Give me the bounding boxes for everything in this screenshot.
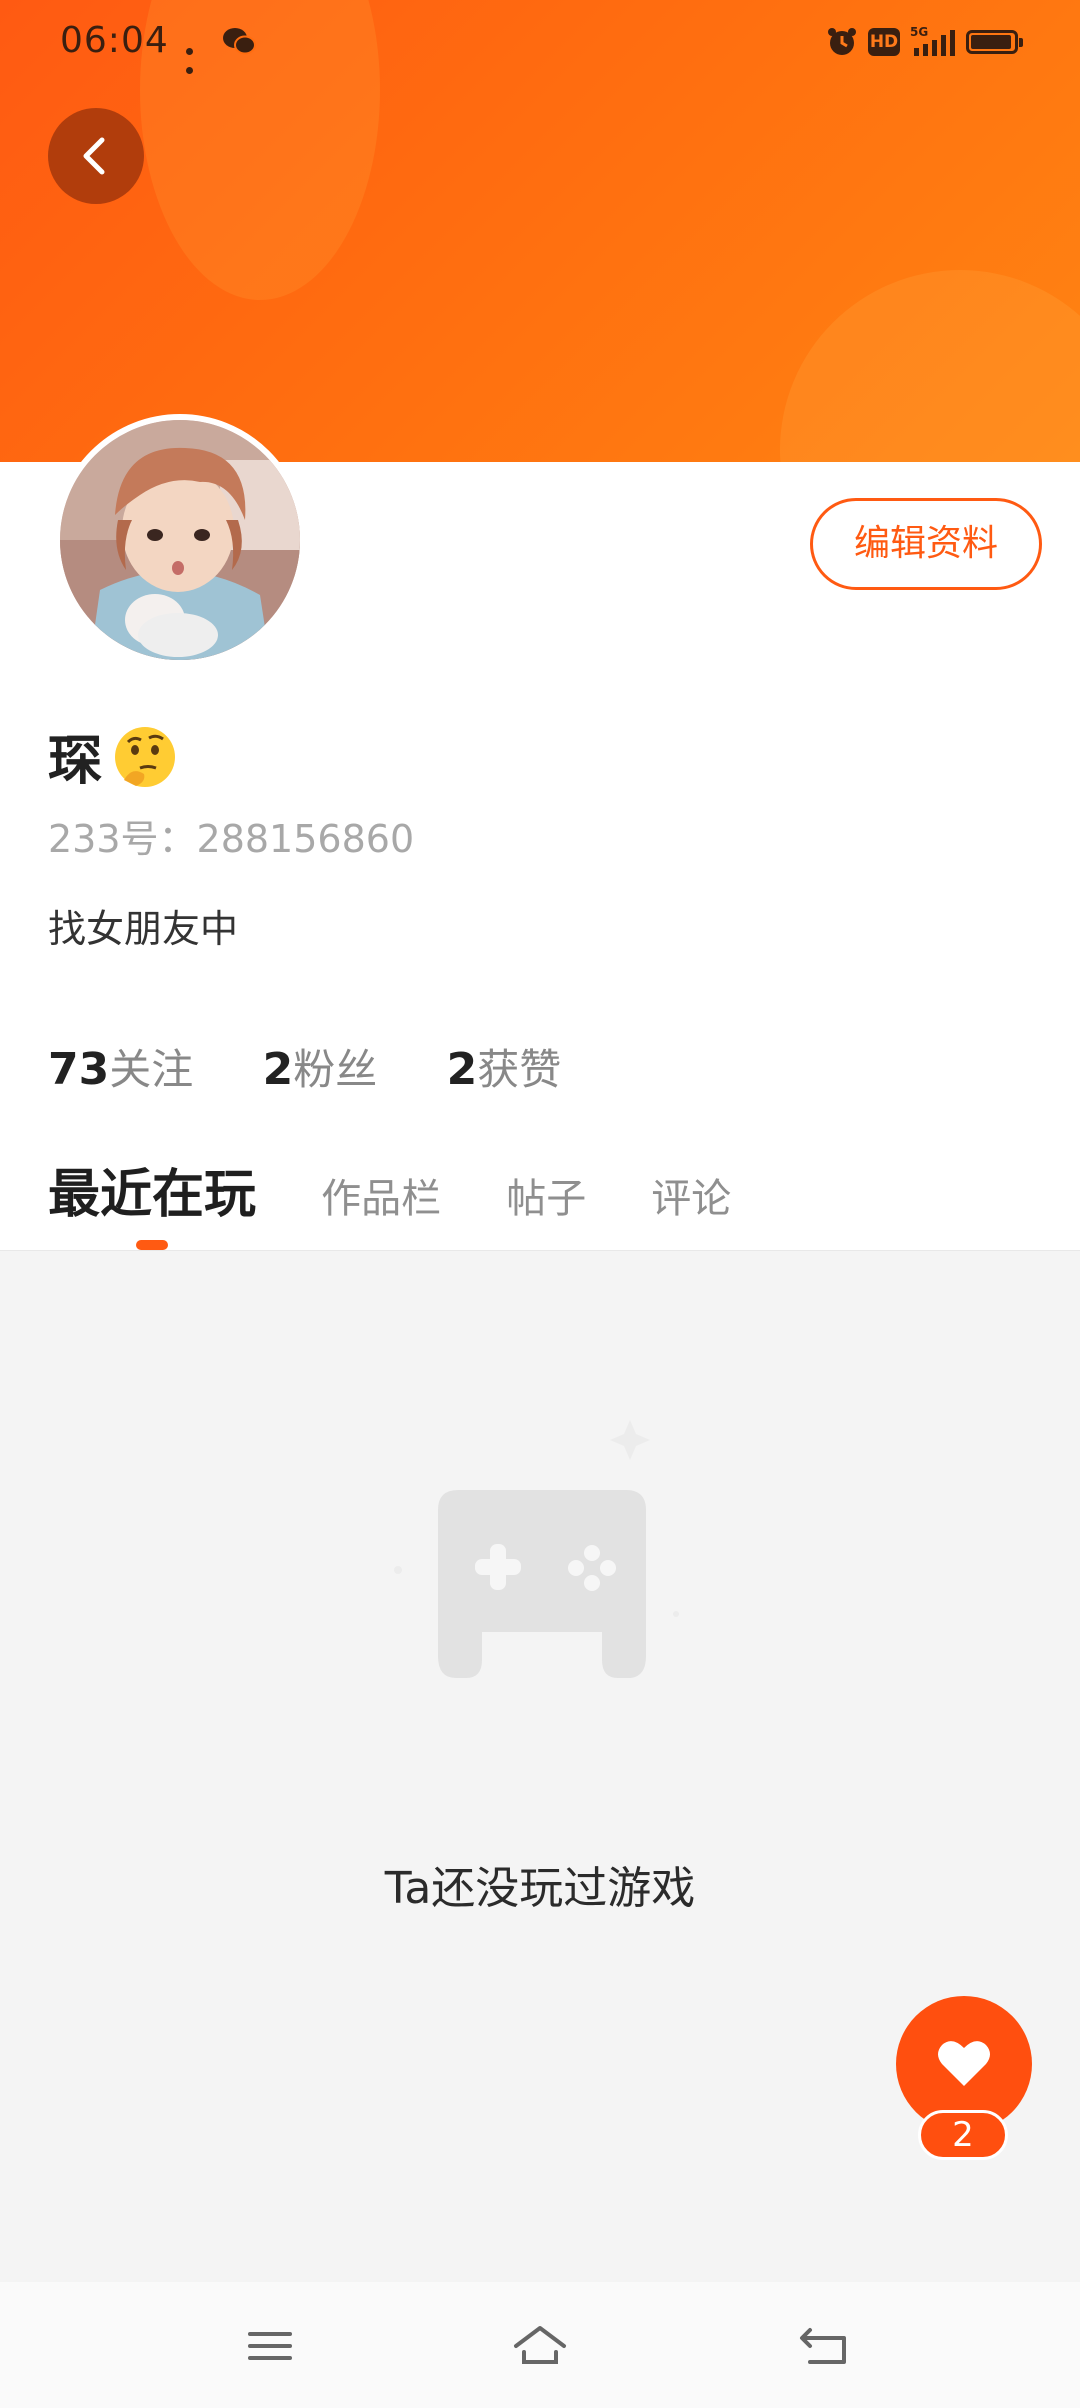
gamepad-icon (394, 1420, 679, 1678)
stat-label: 粉丝 (293, 1045, 378, 1094)
home-icon[interactable] (510, 2322, 570, 2370)
wechat-icon (223, 28, 256, 55)
edit-profile-button[interactable]: 编辑资料 (810, 498, 1042, 590)
tab-comments[interactable]: 评论 (651, 1166, 731, 1224)
menu-icon[interactable] (240, 2322, 300, 2370)
profile-stats: 73关注 2粉丝 2获赞 (48, 1036, 617, 1097)
stat-followers[interactable]: 2粉丝 (263, 1036, 378, 1097)
stat-following[interactable]: 73关注 (48, 1036, 193, 1097)
thinking-face-icon (115, 727, 175, 787)
chevron-left-icon (83, 137, 105, 175)
stat-likes[interactable]: 2获赞 (447, 1036, 562, 1097)
user-bio: 找女朋友中 (48, 907, 239, 951)
active-tab-indicator (136, 1240, 168, 1250)
back-button[interactable] (48, 108, 144, 204)
username: 琛 (48, 729, 102, 792)
like-count-badge: 2 (918, 2110, 1008, 2160)
stat-label: 获赞 (477, 1045, 562, 1094)
stat-value: 2 (262, 1044, 294, 1095)
system-nav-bar (0, 2282, 1080, 2408)
battery-icon (966, 30, 1023, 54)
signal-5g-icon: 5G (910, 25, 955, 56)
back-nav-icon[interactable] (796, 2322, 856, 2370)
heart-icon (938, 2041, 990, 2086)
status-bar: 06:04 HD 5G (0, 0, 1080, 84)
profile-tabs: 最近在玩 作品栏 帖子 评论 (48, 1152, 791, 1236)
status-time: 06:04 (60, 20, 169, 61)
svg-text:5G: 5G (910, 25, 928, 39)
notification-dots-icon (186, 40, 210, 74)
alarm-icon (828, 28, 856, 55)
stat-value: 2 (446, 1044, 478, 1095)
header-decoration (780, 270, 1080, 462)
avatar[interactable] (54, 414, 306, 666)
tab-posts[interactable]: 帖子 (506, 1166, 586, 1224)
stat-value: 73 (48, 1044, 110, 1095)
stat-label: 关注 (109, 1045, 194, 1094)
tab-works[interactable]: 作品栏 (321, 1166, 441, 1224)
user-id: 233号：288156860 (48, 817, 415, 861)
empty-state-message: Ta还没玩过游戏 (384, 1863, 696, 1914)
avatar-image (60, 420, 300, 660)
tab-recently-played[interactable]: 最近在玩 (48, 1152, 256, 1227)
hd-icon: HD (868, 28, 900, 56)
